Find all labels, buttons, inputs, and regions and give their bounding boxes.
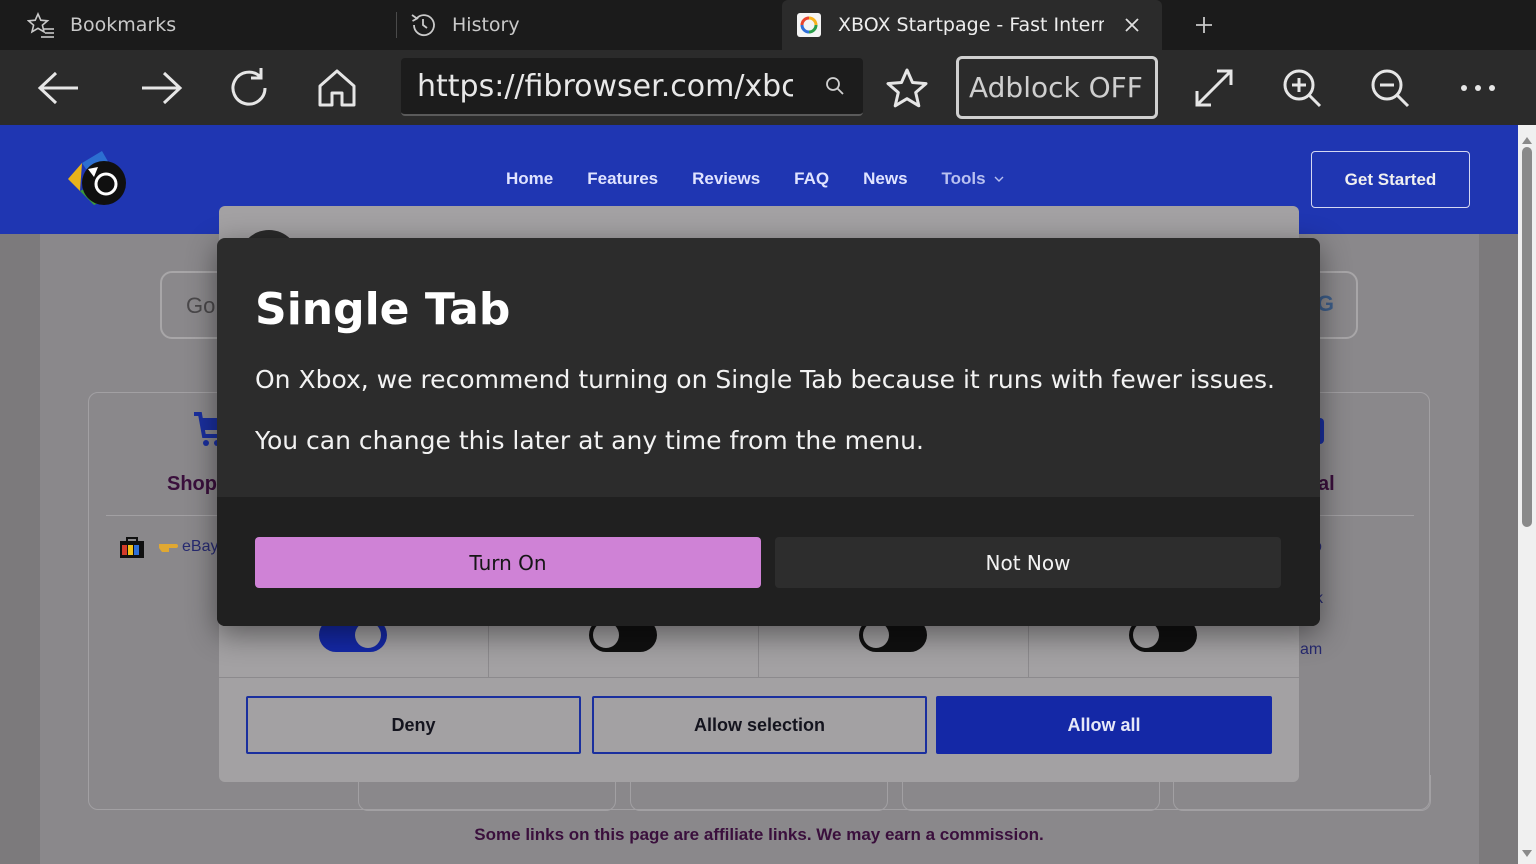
star-list-icon bbox=[26, 10, 56, 40]
shop-column-label: Shop bbox=[167, 473, 217, 495]
tab-history[interactable]: History bbox=[408, 0, 778, 50]
browser-toolbar: https://fibrowser.com/xbc Adblock OFF bbox=[0, 50, 1536, 125]
reload-button[interactable] bbox=[225, 64, 273, 112]
not-now-button[interactable]: Not Now bbox=[775, 537, 1281, 588]
site-logo[interactable] bbox=[58, 143, 134, 213]
dialog-title: Single Tab bbox=[255, 284, 511, 335]
dialog-message-secondary: You can change this later at any time fr… bbox=[255, 426, 924, 455]
plus-icon bbox=[1196, 17, 1212, 33]
tab-divider bbox=[396, 12, 397, 38]
tab-label: Bookmarks bbox=[70, 14, 177, 36]
arrow-right-icon bbox=[142, 71, 183, 105]
search-icon[interactable] bbox=[825, 76, 845, 100]
fullscreen-button[interactable] bbox=[1190, 64, 1238, 112]
home-icon bbox=[318, 69, 356, 107]
site-favicon-icon bbox=[794, 10, 824, 40]
affiliate-notice: Some links on this page are affiliate li… bbox=[474, 825, 1044, 844]
ellipsis-icon bbox=[1461, 85, 1495, 91]
zoom-out-icon bbox=[1371, 69, 1410, 108]
expand-icon bbox=[1195, 69, 1233, 107]
deny-button[interactable]: Deny bbox=[246, 696, 581, 754]
tab-label: XBOX Startpage - Fast Interne bbox=[838, 14, 1104, 36]
scroll-down-icon[interactable] bbox=[1522, 843, 1532, 862]
shopping-bag-icon bbox=[119, 535, 145, 563]
nav-news[interactable]: News bbox=[863, 169, 907, 189]
chevron-down-icon bbox=[994, 176, 1004, 182]
nav-faq[interactable]: FAQ bbox=[794, 169, 829, 189]
nav-tools[interactable]: Tools bbox=[942, 169, 1004, 189]
single-tab-dialog: Single Tab On Xbox, we recommend turning… bbox=[217, 238, 1320, 626]
page-scrollbar[interactable] bbox=[1518, 125, 1536, 864]
address-bar[interactable]: https://fibrowser.com/xbc bbox=[401, 58, 863, 116]
home-button[interactable] bbox=[313, 64, 361, 112]
site-nav: Home Features Reviews FAQ News Tools bbox=[506, 169, 1004, 189]
history-icon bbox=[408, 10, 438, 40]
list-link[interactable]: am bbox=[1300, 641, 1322, 659]
turn-on-button[interactable]: Turn On bbox=[255, 537, 761, 588]
search-placeholder: Go bbox=[186, 293, 216, 318]
close-tab-icon[interactable] bbox=[1122, 15, 1142, 35]
more-menu-button[interactable] bbox=[1454, 64, 1502, 112]
allow-all-button[interactable]: Allow all bbox=[936, 696, 1272, 754]
forward-button[interactable] bbox=[138, 64, 186, 112]
reload-icon bbox=[231, 68, 267, 106]
adblock-toggle[interactable]: Adblock OFF bbox=[956, 56, 1158, 119]
dialog-body: Single Tab On Xbox, we recommend turning… bbox=[217, 238, 1320, 497]
arrow-left-icon bbox=[37, 71, 78, 105]
dialog-footer: Turn On Not Now bbox=[217, 497, 1320, 626]
pointing-hand-icon bbox=[158, 538, 178, 558]
zoom-in-icon bbox=[1283, 69, 1322, 108]
scroll-up-icon[interactable] bbox=[1522, 129, 1532, 148]
tab-strip: Bookmarks History XBOX Startpage - Fast … bbox=[0, 0, 1536, 50]
zoom-in-button[interactable] bbox=[1278, 64, 1326, 112]
zoom-out-button[interactable] bbox=[1366, 64, 1414, 112]
nav-tools-label: Tools bbox=[941, 169, 986, 188]
nav-home[interactable]: Home bbox=[506, 169, 553, 189]
favorite-button[interactable] bbox=[883, 64, 931, 112]
allow-selection-button[interactable]: Allow selection bbox=[592, 696, 927, 754]
nav-features[interactable]: Features bbox=[587, 169, 658, 189]
url-text[interactable]: https://fibrowser.com/xbc bbox=[417, 69, 793, 104]
tab-label: History bbox=[452, 14, 520, 36]
new-tab-button[interactable] bbox=[1188, 10, 1220, 40]
back-button[interactable] bbox=[34, 64, 82, 112]
ebay-link[interactable]: eBay bbox=[182, 538, 218, 556]
scroll-thumb[interactable] bbox=[1522, 147, 1532, 527]
tab-bookmarks[interactable]: Bookmarks bbox=[26, 0, 396, 50]
star-icon bbox=[886, 68, 928, 108]
right-column-label: al bbox=[1318, 473, 1335, 495]
nav-reviews[interactable]: Reviews bbox=[692, 169, 760, 189]
get-started-button[interactable]: Get Started bbox=[1311, 151, 1470, 208]
tab-xbox-startpage[interactable]: XBOX Startpage - Fast Interne bbox=[782, 0, 1162, 50]
dialog-message: On Xbox, we recommend turning on Single … bbox=[255, 365, 1276, 394]
